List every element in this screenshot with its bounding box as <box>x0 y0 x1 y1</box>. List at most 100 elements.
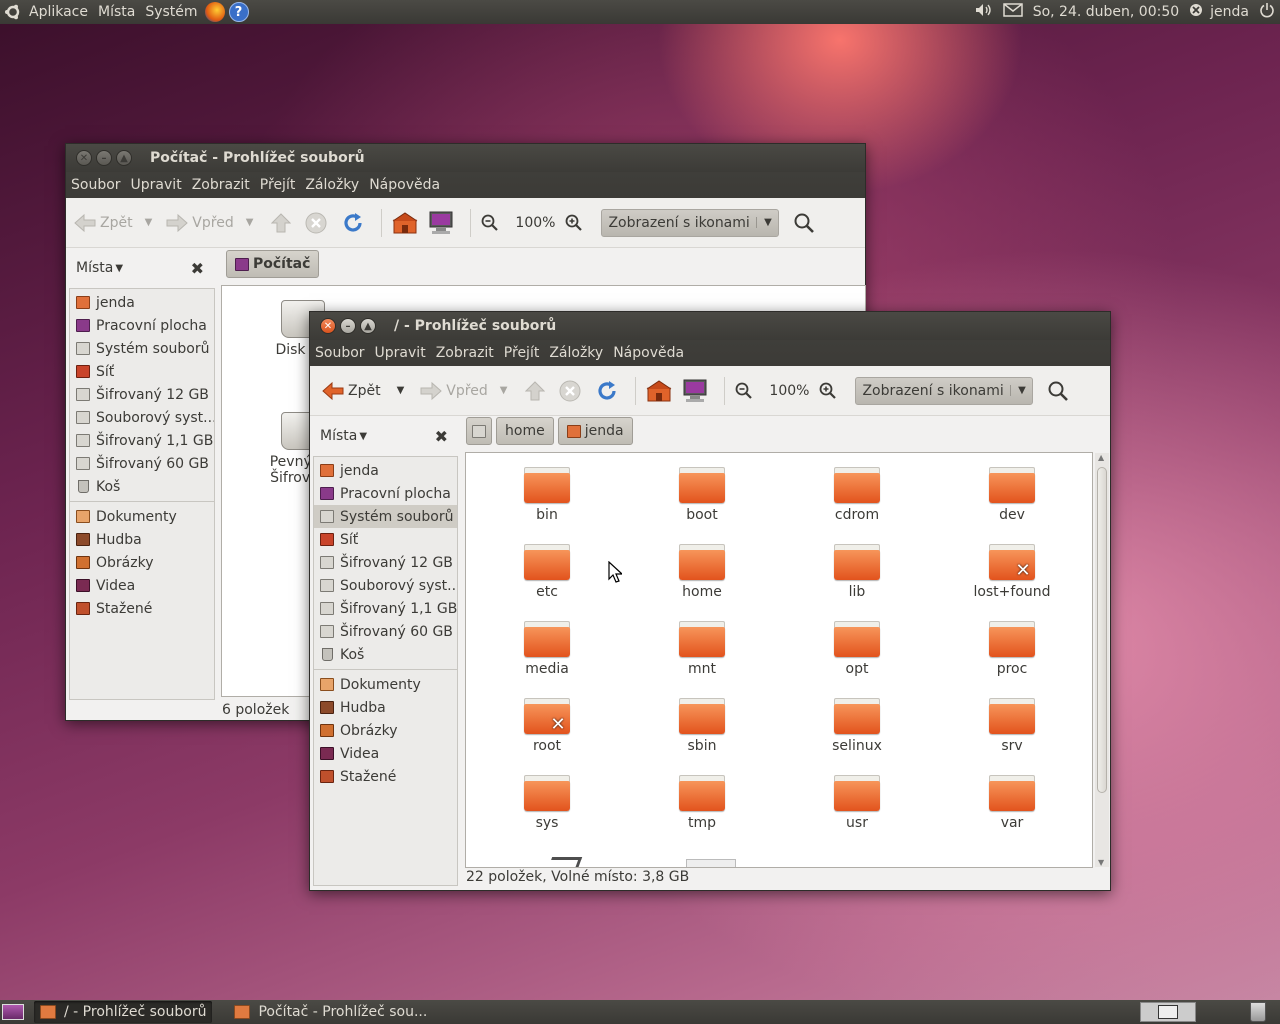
folder-item[interactable]: mnt <box>647 621 757 677</box>
home-icon[interactable] <box>392 211 418 234</box>
menu-upravit[interactable]: Upravit <box>126 177 187 193</box>
folder-item[interactable]: cdrom <box>802 467 912 523</box>
folder-item[interactable]: lib <box>802 544 912 600</box>
view-mode-select[interactable]: Zobrazení s ikonami ▼ <box>855 376 1034 405</box>
search-icon[interactable] <box>1047 380 1069 402</box>
sidebar-item-trash[interactable]: Koš <box>314 643 457 666</box>
menu-aplikace[interactable]: Aplikace <box>24 4 93 20</box>
zoom-in-icon[interactable] <box>565 214 583 232</box>
sidebar-item-encrypted-60[interactable]: Šifrovaný 60 GB <box>70 452 214 475</box>
task-root-window[interactable]: / - Prohlížeč souborů <box>34 1001 213 1023</box>
sidebar-item-filesystem[interactable]: Systém souborů <box>70 337 214 360</box>
scroll-thumb[interactable] <box>1097 467 1107 793</box>
workspace-switcher[interactable] <box>1140 1002 1196 1022</box>
sidebar-item-encrypted-1-1[interactable]: Šifrovaný 1,1 GB <box>70 429 214 452</box>
zoom-in-icon[interactable] <box>819 382 837 400</box>
reload-icon[interactable] <box>595 379 619 403</box>
close-sidebar-icon[interactable]: ✖ <box>191 259 204 278</box>
sidebar-item-desktop[interactable]: Pracovní plocha <box>70 314 214 337</box>
folder-item[interactable]: media <box>492 621 602 677</box>
sidebar-item-desktop[interactable]: Pracovní plocha <box>314 482 457 505</box>
task-computer-window[interactable]: Počítač - Prohlížeč sou... <box>228 1001 433 1023</box>
computer-window-titlebar[interactable]: ✕ – ▲ Počítač - Prohlížeč souborů <box>66 144 865 172</box>
sidebar-item-encrypted-12[interactable]: Šifrovaný 12 GB <box>70 383 214 406</box>
folder-item[interactable]: selinux <box>802 698 912 754</box>
folder-item[interactable]: home <box>647 544 757 600</box>
stop-icon[interactable] <box>559 380 581 402</box>
folder-item[interactable]: usr <box>802 775 912 831</box>
scroll-up-icon[interactable]: ▲ <box>1098 453 1104 462</box>
search-icon[interactable] <box>793 212 815 234</box>
folder-item[interactable]: proc <box>957 621 1067 677</box>
sidebar-item-filesystem[interactable]: Systém souborů <box>314 505 457 528</box>
up-icon[interactable] <box>271 212 292 233</box>
menu-napoveda[interactable]: Nápověda <box>364 177 445 193</box>
folder-item[interactable]: tmp <box>647 775 757 831</box>
menu-system[interactable]: Systém <box>140 4 202 20</box>
breadcrumb-computer[interactable]: Počítač <box>226 250 320 278</box>
menu-zalozky[interactable]: Záložky <box>300 177 364 193</box>
sidebar-header[interactable]: Místa ▼ ✖ <box>66 248 216 288</box>
menu-soubor[interactable]: Soubor <box>310 345 370 361</box>
partial-item[interactable] <box>547 857 583 867</box>
menu-upravit[interactable]: Upravit <box>370 345 431 361</box>
breadcrumb-jenda[interactable]: jenda <box>557 417 633 445</box>
ubuntu-logo-icon[interactable] <box>2 1 24 23</box>
maximize-button[interactable]: ▲ <box>116 150 132 166</box>
volume-icon[interactable] <box>970 3 998 21</box>
mail-icon[interactable] <box>998 3 1028 21</box>
folder-item[interactable]: dev <box>957 467 1067 523</box>
menu-zobrazit[interactable]: Zobrazit <box>431 345 499 361</box>
folder-item[interactable]: opt <box>802 621 912 677</box>
back-button[interactable]: Zpět ▼ <box>322 381 404 401</box>
close-button[interactable]: ✕ <box>320 318 336 334</box>
breadcrumb-root[interactable] <box>466 417 492 445</box>
back-button[interactable]: Zpět ▼ <box>74 213 152 233</box>
menu-zalozky[interactable]: Záložky <box>544 345 608 361</box>
menu-soubor[interactable]: Soubor <box>66 177 126 193</box>
sidebar-item-jenda[interactable]: jenda <box>70 291 214 314</box>
view-mode-select[interactable]: Zobrazení s ikonami ▼ <box>601 208 780 237</box>
vertical-scrollbar[interactable]: ▲ ▼ <box>1095 453 1109 867</box>
sidebar-item-encrypted-1-1[interactable]: Šifrovaný 1,1 GB <box>314 597 457 620</box>
help-icon[interactable]: ? <box>228 2 249 22</box>
user-name[interactable]: jenda <box>1205 4 1254 20</box>
sidebar-item-documents[interactable]: Dokumenty <box>314 673 457 696</box>
file-view[interactable]: bin boot cdrom dev etc home lib ✕ lost+found medi… <box>465 452 1093 868</box>
sidebar-item-trash[interactable]: Koš <box>70 475 214 498</box>
sidebar-item-encrypted-60[interactable]: Šifrovaný 60 GB <box>314 620 457 643</box>
sidebar-item-network[interactable]: Síť <box>70 360 214 383</box>
minimize-button[interactable]: – <box>96 150 112 166</box>
folder-item[interactable]: boot <box>647 467 757 523</box>
firefox-icon[interactable] <box>204 2 225 22</box>
sidebar-item-pictures[interactable]: Obrázky <box>70 551 214 574</box>
show-desktop-icon[interactable] <box>2 1004 24 1020</box>
sidebar-item-downloads[interactable]: Stažené <box>314 765 457 788</box>
forward-button[interactable]: Vpřed ▼ <box>166 213 253 233</box>
zoom-out-icon[interactable] <box>481 214 499 232</box>
user-status-icon[interactable] <box>1184 3 1205 21</box>
sidebar-item-jenda[interactable]: jenda <box>314 459 457 482</box>
root-window-titlebar[interactable]: ✕ – ▲ / - Prohlížeč souborů <box>310 312 1110 340</box>
menu-zobrazit[interactable]: Zobrazit <box>187 177 255 193</box>
computer-icon[interactable] <box>428 211 454 235</box>
computer-icon[interactable] <box>682 379 708 403</box>
sidebar-item-music[interactable]: Hudba <box>314 696 457 719</box>
stop-icon[interactable] <box>305 212 327 234</box>
sidebar-item-downloads[interactable]: Stažené <box>70 597 214 620</box>
datetime-label[interactable]: So, 24. duben, 00:50 <box>1028 4 1184 20</box>
menu-prejit[interactable]: Přejít <box>255 177 301 193</box>
sidebar-item-videos[interactable]: Videa <box>314 742 457 765</box>
home-icon[interactable] <box>646 379 672 402</box>
maximize-button[interactable]: ▲ <box>360 318 376 334</box>
minimize-button[interactable]: – <box>340 318 356 334</box>
folder-item[interactable]: var <box>957 775 1067 831</box>
sidebar-item-filesystem-vol[interactable]: Souborový syst... <box>314 574 457 597</box>
folder-item[interactable]: sys <box>492 775 602 831</box>
folder-item[interactable]: ✕ root <box>492 698 602 754</box>
sidebar-item-pictures[interactable]: Obrázky <box>314 719 457 742</box>
sidebar-item-filesystem-vol[interactable]: Souborový syst... <box>70 406 214 429</box>
up-icon[interactable] <box>525 380 546 401</box>
power-icon[interactable] <box>1254 2 1280 22</box>
folder-item[interactable]: etc <box>492 544 602 600</box>
